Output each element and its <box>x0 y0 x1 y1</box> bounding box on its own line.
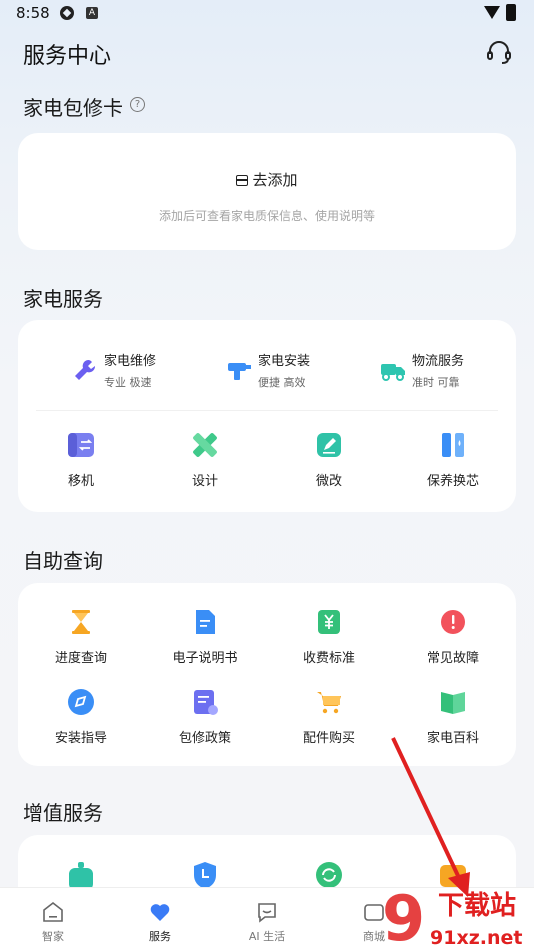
grid-label: 保养换芯 <box>426 474 479 489</box>
tab-service[interactable]: 服务 <box>125 900 195 944</box>
refresh-icon[interactable] <box>314 860 344 890</box>
value-added-title: 增值服务 <box>23 801 103 825</box>
grid-label: 设计 <box>191 474 218 489</box>
drill-icon <box>228 363 251 380</box>
query-grid-fees[interactable]: 收费标准 <box>267 607 391 666</box>
hourglass-icon <box>72 610 90 634</box>
tab-label: 智家 <box>42 930 64 943</box>
service-grid-move[interactable]: 移机 <box>19 430 143 489</box>
query-grid-encyclopedia[interactable]: 家电百科 <box>391 687 515 746</box>
robot-icon[interactable] <box>66 860 96 890</box>
compass-icon <box>68 689 94 715</box>
app-badge-icon: A <box>86 7 98 19</box>
service-item-install[interactable]: 家电安装 便捷 高效 <box>226 350 310 390</box>
service-item-title: 物流服务 <box>412 354 465 369</box>
card-icon <box>236 175 249 186</box>
book-icon <box>441 692 465 714</box>
self-service-card: 进度查询 电子说明书 收费标准 常见故障 安装指导 包修政策 配件购买 家电百科 <box>18 583 516 766</box>
notification-icon <box>60 6 74 20</box>
tab-smart-home[interactable]: 智家 <box>18 900 88 944</box>
watermark-text: 下载站 <box>438 891 516 921</box>
home-icon <box>43 901 63 922</box>
edit-icon <box>317 433 341 457</box>
query-grid-manual[interactable]: 电子说明书 <box>143 607 267 666</box>
yuan-icon <box>318 610 340 634</box>
policy-icon <box>194 690 218 715</box>
filter-icon <box>442 433 464 457</box>
watermark-logo: 9 下载站 91xz.net <box>382 882 522 950</box>
divider <box>36 410 498 411</box>
appliance-service-card: 家电维修 专业 极速 家电安装 便捷 高效 物流服务 准时 可靠 移机 设计 微… <box>18 320 516 512</box>
warranty-card: 去添加 添加后可查看家电质保信息、使用说明等 <box>18 133 516 250</box>
tab-label: 服务 <box>149 930 171 943</box>
ai-chat-icon <box>258 903 276 923</box>
service-item-subtitle: 准时 可靠 <box>412 376 460 389</box>
grid-label: 收费标准 <box>302 651 355 666</box>
status-bar: 8:58 A <box>0 0 534 28</box>
service-grid-modify[interactable]: 微改 <box>267 430 391 489</box>
warranty-hint: 添加后可查看家电质保信息、使用说明等 <box>158 209 375 223</box>
cart-icon <box>317 692 341 714</box>
ruler-icon <box>193 433 217 457</box>
appliance-service-title: 家电服务 <box>23 287 103 311</box>
battery-icon <box>506 4 516 21</box>
grid-label: 包修政策 <box>178 731 231 746</box>
customer-service-icon[interactable] <box>484 38 514 68</box>
truck-icon <box>381 364 405 381</box>
query-grid-faults[interactable]: 常见故障 <box>391 607 515 666</box>
query-grid-progress[interactable]: 进度查询 <box>19 607 143 666</box>
grid-label: 家电百科 <box>426 731 479 746</box>
query-grid-policy[interactable]: 包修政策 <box>143 687 267 746</box>
watermark-url: 91xz.net <box>430 927 522 949</box>
warranty-section-title: 家电包修卡 <box>23 96 123 120</box>
help-icon[interactable]: ? <box>130 97 145 112</box>
tab-label: AI 生活 <box>248 930 286 943</box>
service-grid-design[interactable]: 设计 <box>143 430 267 489</box>
service-item-logistics[interactable]: 物流服务 准时 可靠 <box>380 350 464 390</box>
wrench-icon <box>75 359 96 380</box>
service-grid-maintenance[interactable]: 保养换芯 <box>391 430 515 489</box>
add-warranty-label: 去添加 <box>252 171 298 189</box>
wifi-icon <box>484 6 500 19</box>
shield-icon[interactable] <box>190 860 220 890</box>
service-item-subtitle: 专业 极速 <box>104 376 152 389</box>
alert-icon <box>441 610 465 634</box>
self-service-title: 自助查询 <box>23 549 103 573</box>
grid-label: 微改 <box>315 474 342 489</box>
document-icon <box>196 610 215 634</box>
grid-label: 常见故障 <box>426 651 479 666</box>
grid-label: 移机 <box>67 474 94 489</box>
page-title: 服务中心 <box>23 44 112 69</box>
heart-icon <box>150 904 170 921</box>
grid-label: 电子说明书 <box>172 651 238 666</box>
service-item-title: 家电维修 <box>104 354 157 369</box>
grid-label: 安装指导 <box>54 731 107 746</box>
grid-label: 配件购买 <box>302 731 355 746</box>
move-icon <box>68 433 94 457</box>
status-time: 8:58 <box>16 4 50 22</box>
add-warranty-button[interactable]: 去添加 <box>18 169 516 190</box>
grid-label: 进度查询 <box>54 651 107 666</box>
service-item-subtitle: 便捷 高效 <box>258 376 306 389</box>
service-item-title: 家电安装 <box>258 354 311 369</box>
tab-ai-life[interactable]: AI 生活 <box>232 900 302 944</box>
watermark-logo-glyph: 9 <box>382 882 425 950</box>
query-grid-parts[interactable]: 配件购买 <box>267 687 391 746</box>
service-item-repair[interactable]: 家电维修 专业 极速 <box>72 350 156 390</box>
query-grid-install-guide[interactable]: 安装指导 <box>19 687 143 746</box>
